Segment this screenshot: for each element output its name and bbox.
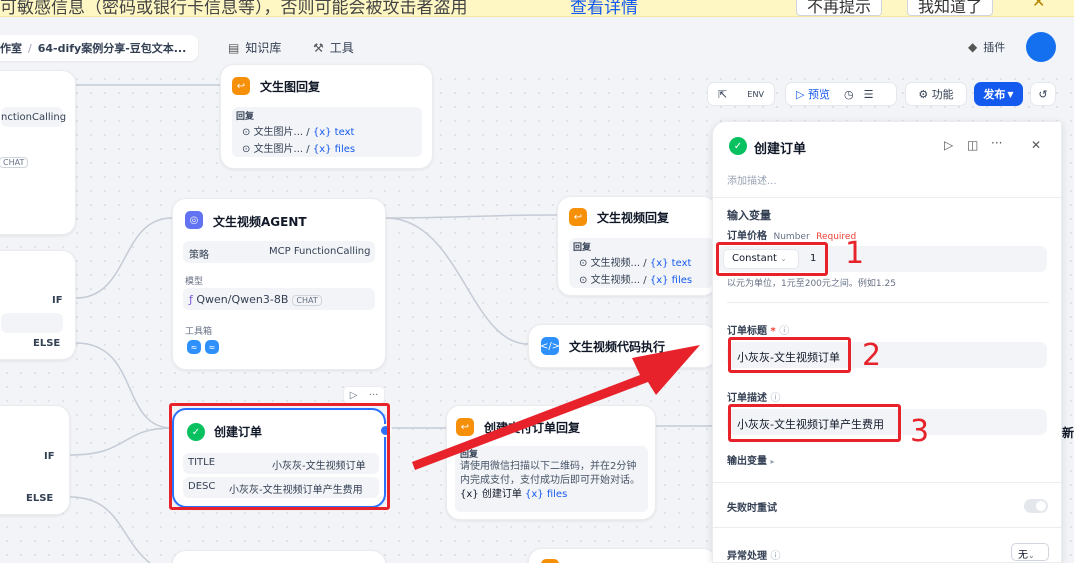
highlight-order-title [728, 337, 851, 373]
annotation-arrow [412, 345, 700, 470]
highlight-order-desc [728, 404, 901, 442]
annotation-number-3: 3 [910, 414, 930, 449]
annotation-number-1: 1 [845, 236, 865, 271]
annotation-number-2: 2 [862, 338, 882, 373]
highlight-price-input [716, 242, 828, 276]
highlight-create-order-node [169, 403, 390, 510]
